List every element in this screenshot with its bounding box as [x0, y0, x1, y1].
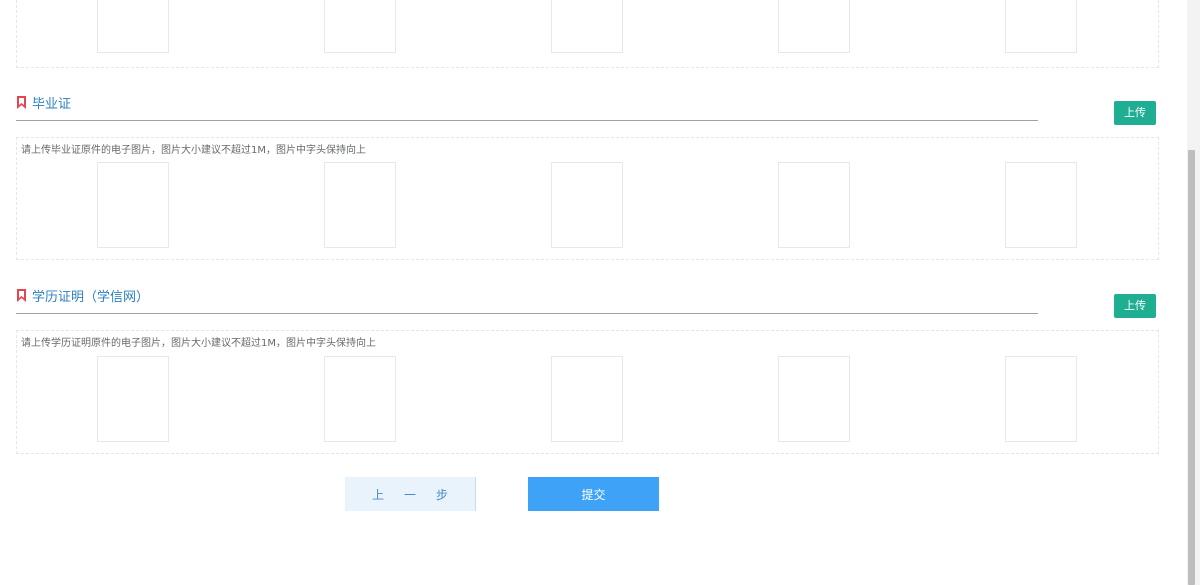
image-slot[interactable] [1005, 0, 1077, 53]
previous-section-slots-panel [16, 0, 1159, 68]
image-slot[interactable] [324, 356, 396, 442]
section-title: 学历证明（学信网） [32, 290, 150, 305]
bookmark-icon [17, 96, 26, 109]
image-slot[interactable] [97, 356, 169, 442]
section-header-education-cert: 学历证明（学信网） [16, 283, 1038, 314]
image-slot[interactable] [97, 162, 169, 248]
upload-hint: 请上传毕业证原件的电子图片，图片大小建议不超过1M，图片中字头保持向上 [21, 145, 366, 156]
image-slot[interactable] [778, 356, 850, 442]
upload-button-diploma[interactable]: 上传 [1114, 101, 1156, 125]
bookmark-icon [17, 289, 26, 302]
image-slot[interactable] [551, 162, 623, 248]
section-header-diploma: 毕业证 [16, 90, 1038, 121]
upload-form-page: 毕业证 上传 请上传毕业证原件的电子图片，图片大小建议不超过1M，图片中字头保持… [0, 0, 1200, 585]
image-slot[interactable] [551, 356, 623, 442]
previous-step-button[interactable]: 上一步 [345, 477, 476, 511]
image-slot[interactable] [1005, 356, 1077, 442]
diploma-slots-panel: 请上传毕业证原件的电子图片，图片大小建议不超过1M，图片中字头保持向上 [16, 137, 1159, 260]
image-slot[interactable] [778, 0, 850, 53]
image-slot[interactable] [97, 0, 169, 53]
submit-button[interactable]: 提交 [528, 477, 659, 511]
image-slot[interactable] [324, 0, 396, 53]
scrollbar-thumb[interactable] [1188, 150, 1195, 585]
upload-button-education-cert[interactable]: 上传 [1114, 294, 1156, 318]
education-cert-slots-panel: 请上传学历证明原件的电子图片，图片大小建议不超过1M，图片中字头保持向上 [16, 330, 1159, 454]
image-slot[interactable] [324, 162, 396, 248]
section-title: 毕业证 [32, 97, 72, 112]
image-slot[interactable] [1005, 162, 1077, 248]
image-slot[interactable] [778, 162, 850, 248]
image-slot[interactable] [551, 0, 623, 53]
upload-hint: 请上传学历证明原件的电子图片，图片大小建议不超过1M，图片中字头保持向上 [21, 338, 376, 349]
